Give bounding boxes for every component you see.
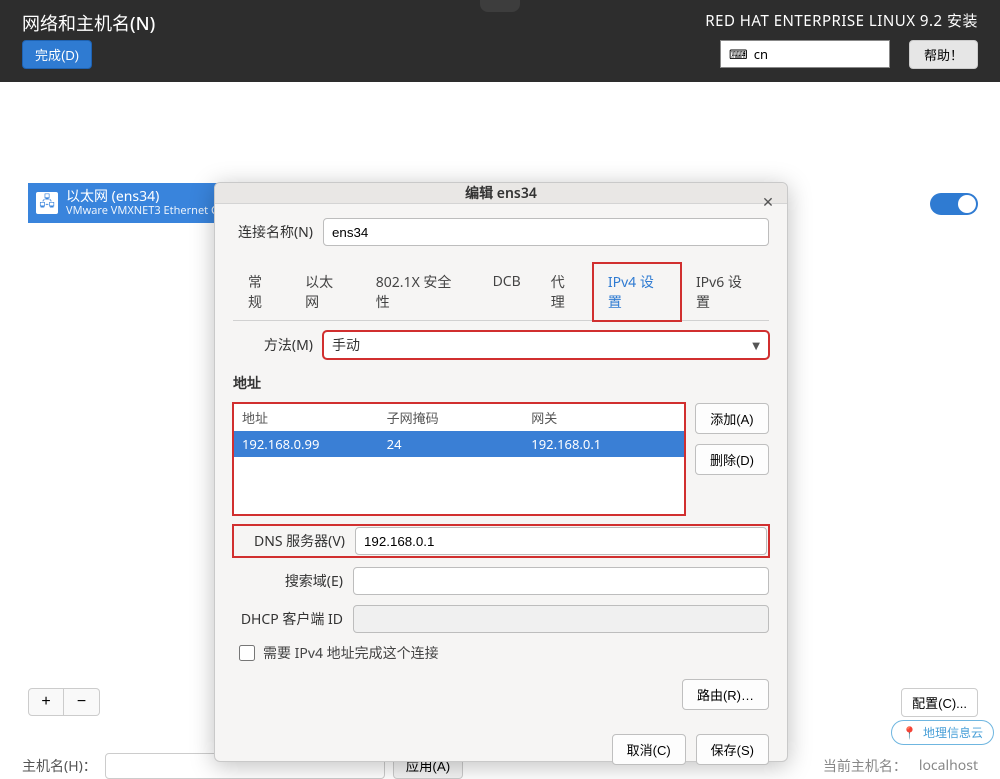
hostname-label: 主机名(H)： [22, 756, 97, 776]
require-ipv4-input[interactable] [239, 645, 255, 661]
current-hostname-value: localhost [919, 756, 978, 775]
address-section-label: 地址 [233, 373, 769, 393]
help-button[interactable]: 帮助！ [909, 40, 978, 69]
dialog-footer: 取消(C) 保存(S) [215, 724, 787, 779]
top-handle [480, 0, 520, 12]
pin-icon: 📍 [902, 724, 917, 741]
tab-8021x[interactable]: 802.1X 安全性 [361, 263, 478, 321]
top-bar: 网络和主机名(N) 完成(D) RED HAT ENTERPRISE LINUX… [0, 0, 1000, 82]
col-address: 地址 [242, 408, 387, 427]
dialog-title: 编辑 ens34 [465, 183, 537, 203]
address-buttons: 添加(A) 删除(D) [695, 403, 769, 475]
dhcp-client-label: DHCP 客户端 ID [233, 609, 343, 629]
method-row: 方法(M) 手动 ▼ [233, 331, 769, 359]
chevron-down-icon: ▼ [752, 338, 760, 352]
method-label: 方法(M) [233, 335, 313, 355]
nic-text: 以太网 (ens34) VMware VMXNET3 Ethernet Con [66, 189, 231, 216]
configure-button[interactable]: 配置(C)... [901, 688, 978, 717]
dns-input[interactable] [355, 527, 767, 555]
done-button[interactable]: 完成(D) [22, 40, 92, 69]
tab-bar: 常规 以太网 802.1X 安全性 DCB 代理 IPv4 设置 IPv6 设置 [233, 262, 769, 321]
cell-gateway: 192.168.0.1 [531, 435, 676, 453]
remove-interface-button[interactable]: − [64, 688, 100, 716]
installer-label: RED HAT ENTERPRISE LINUX 9.2 安装 [705, 10, 978, 31]
keyboard-layout-label: cn [754, 45, 768, 63]
content-area: 🖧 以太网 (ens34) VMware VMXNET3 Ethernet Co… [0, 82, 1000, 751]
page-title: 网络和主机名(N) [22, 10, 155, 36]
search-domain-input[interactable] [353, 567, 769, 595]
require-ipv4-checkbox[interactable]: 需要 IPv4 地址完成这个连接 [239, 643, 769, 663]
cancel-button[interactable]: 取消(C) [612, 734, 686, 765]
cell-netmask: 24 [387, 435, 532, 453]
tab-ethernet[interactable]: 以太网 [290, 263, 361, 321]
dialog-titlebar[interactable]: 编辑 ens34 ✕ [215, 183, 787, 204]
keyboard-icon: ⌨ [729, 45, 748, 63]
edit-connection-dialog: 编辑 ens34 ✕ 连接名称(N) 常规 以太网 802.1X 安全性 DCB… [214, 182, 788, 762]
nic-subtitle: VMware VMXNET3 Ethernet Con [66, 205, 231, 217]
add-address-button[interactable]: 添加(A) [695, 403, 769, 434]
save-button[interactable]: 保存(S) [696, 734, 769, 765]
address-table-header: 地址 子网掩码 网关 [234, 404, 684, 431]
watermark-text: 地理信息云 [923, 724, 983, 741]
cell-address: 192.168.0.99 [242, 435, 387, 453]
dns-label: DNS 服务器(V) [235, 531, 345, 551]
search-domain-label: 搜索域(E) [233, 571, 343, 591]
dialog-body: 连接名称(N) 常规 以太网 802.1X 安全性 DCB 代理 IPv4 设置… [215, 204, 787, 724]
dns-row: DNS 服务器(V) [233, 525, 769, 557]
dhcp-client-row: DHCP 客户端 ID [233, 605, 769, 633]
connection-name-row: 连接名称(N) [233, 218, 769, 246]
tab-dcb[interactable]: DCB [478, 263, 536, 321]
keyboard-indicator[interactable]: ⌨ cn [720, 40, 890, 68]
close-icon[interactable]: ✕ [759, 193, 777, 211]
tab-general[interactable]: 常规 [233, 263, 290, 321]
add-remove-group: + − [28, 688, 100, 716]
address-table-row[interactable]: 192.168.0.99 24 192.168.0.1 [234, 431, 684, 457]
ethernet-icon: 🖧 [36, 192, 58, 214]
dhcp-client-input [353, 605, 769, 633]
method-value: 手动 [332, 335, 360, 355]
col-gateway: 网关 [531, 408, 676, 427]
search-domain-row: 搜索域(E) [233, 567, 769, 595]
route-row: 路由(R)… [233, 679, 769, 710]
require-ipv4-label: 需要 IPv4 地址完成这个连接 [263, 643, 439, 663]
tab-proxy[interactable]: 代理 [536, 263, 593, 321]
address-area: 地址 子网掩码 网关 192.168.0.99 24 192.168.0.1 添… [233, 403, 769, 515]
delete-address-button[interactable]: 删除(D) [695, 444, 769, 475]
routes-button[interactable]: 路由(R)… [682, 679, 769, 710]
tab-ipv4[interactable]: IPv4 设置 [593, 263, 681, 321]
watermark: 📍 地理信息云 [891, 720, 994, 745]
current-hostname-label: 当前主机名： [823, 756, 907, 776]
connection-name-input[interactable] [323, 218, 769, 246]
address-table[interactable]: 地址 子网掩码 网关 192.168.0.99 24 192.168.0.1 [233, 403, 685, 515]
connection-toggle[interactable] [930, 193, 978, 215]
tab-ipv6[interactable]: IPv6 设置 [681, 263, 769, 321]
method-select[interactable]: 手动 ▼ [323, 331, 769, 359]
col-netmask: 子网掩码 [387, 408, 532, 427]
connection-name-label: 连接名称(N) [233, 222, 313, 242]
add-interface-button[interactable]: + [28, 688, 64, 716]
